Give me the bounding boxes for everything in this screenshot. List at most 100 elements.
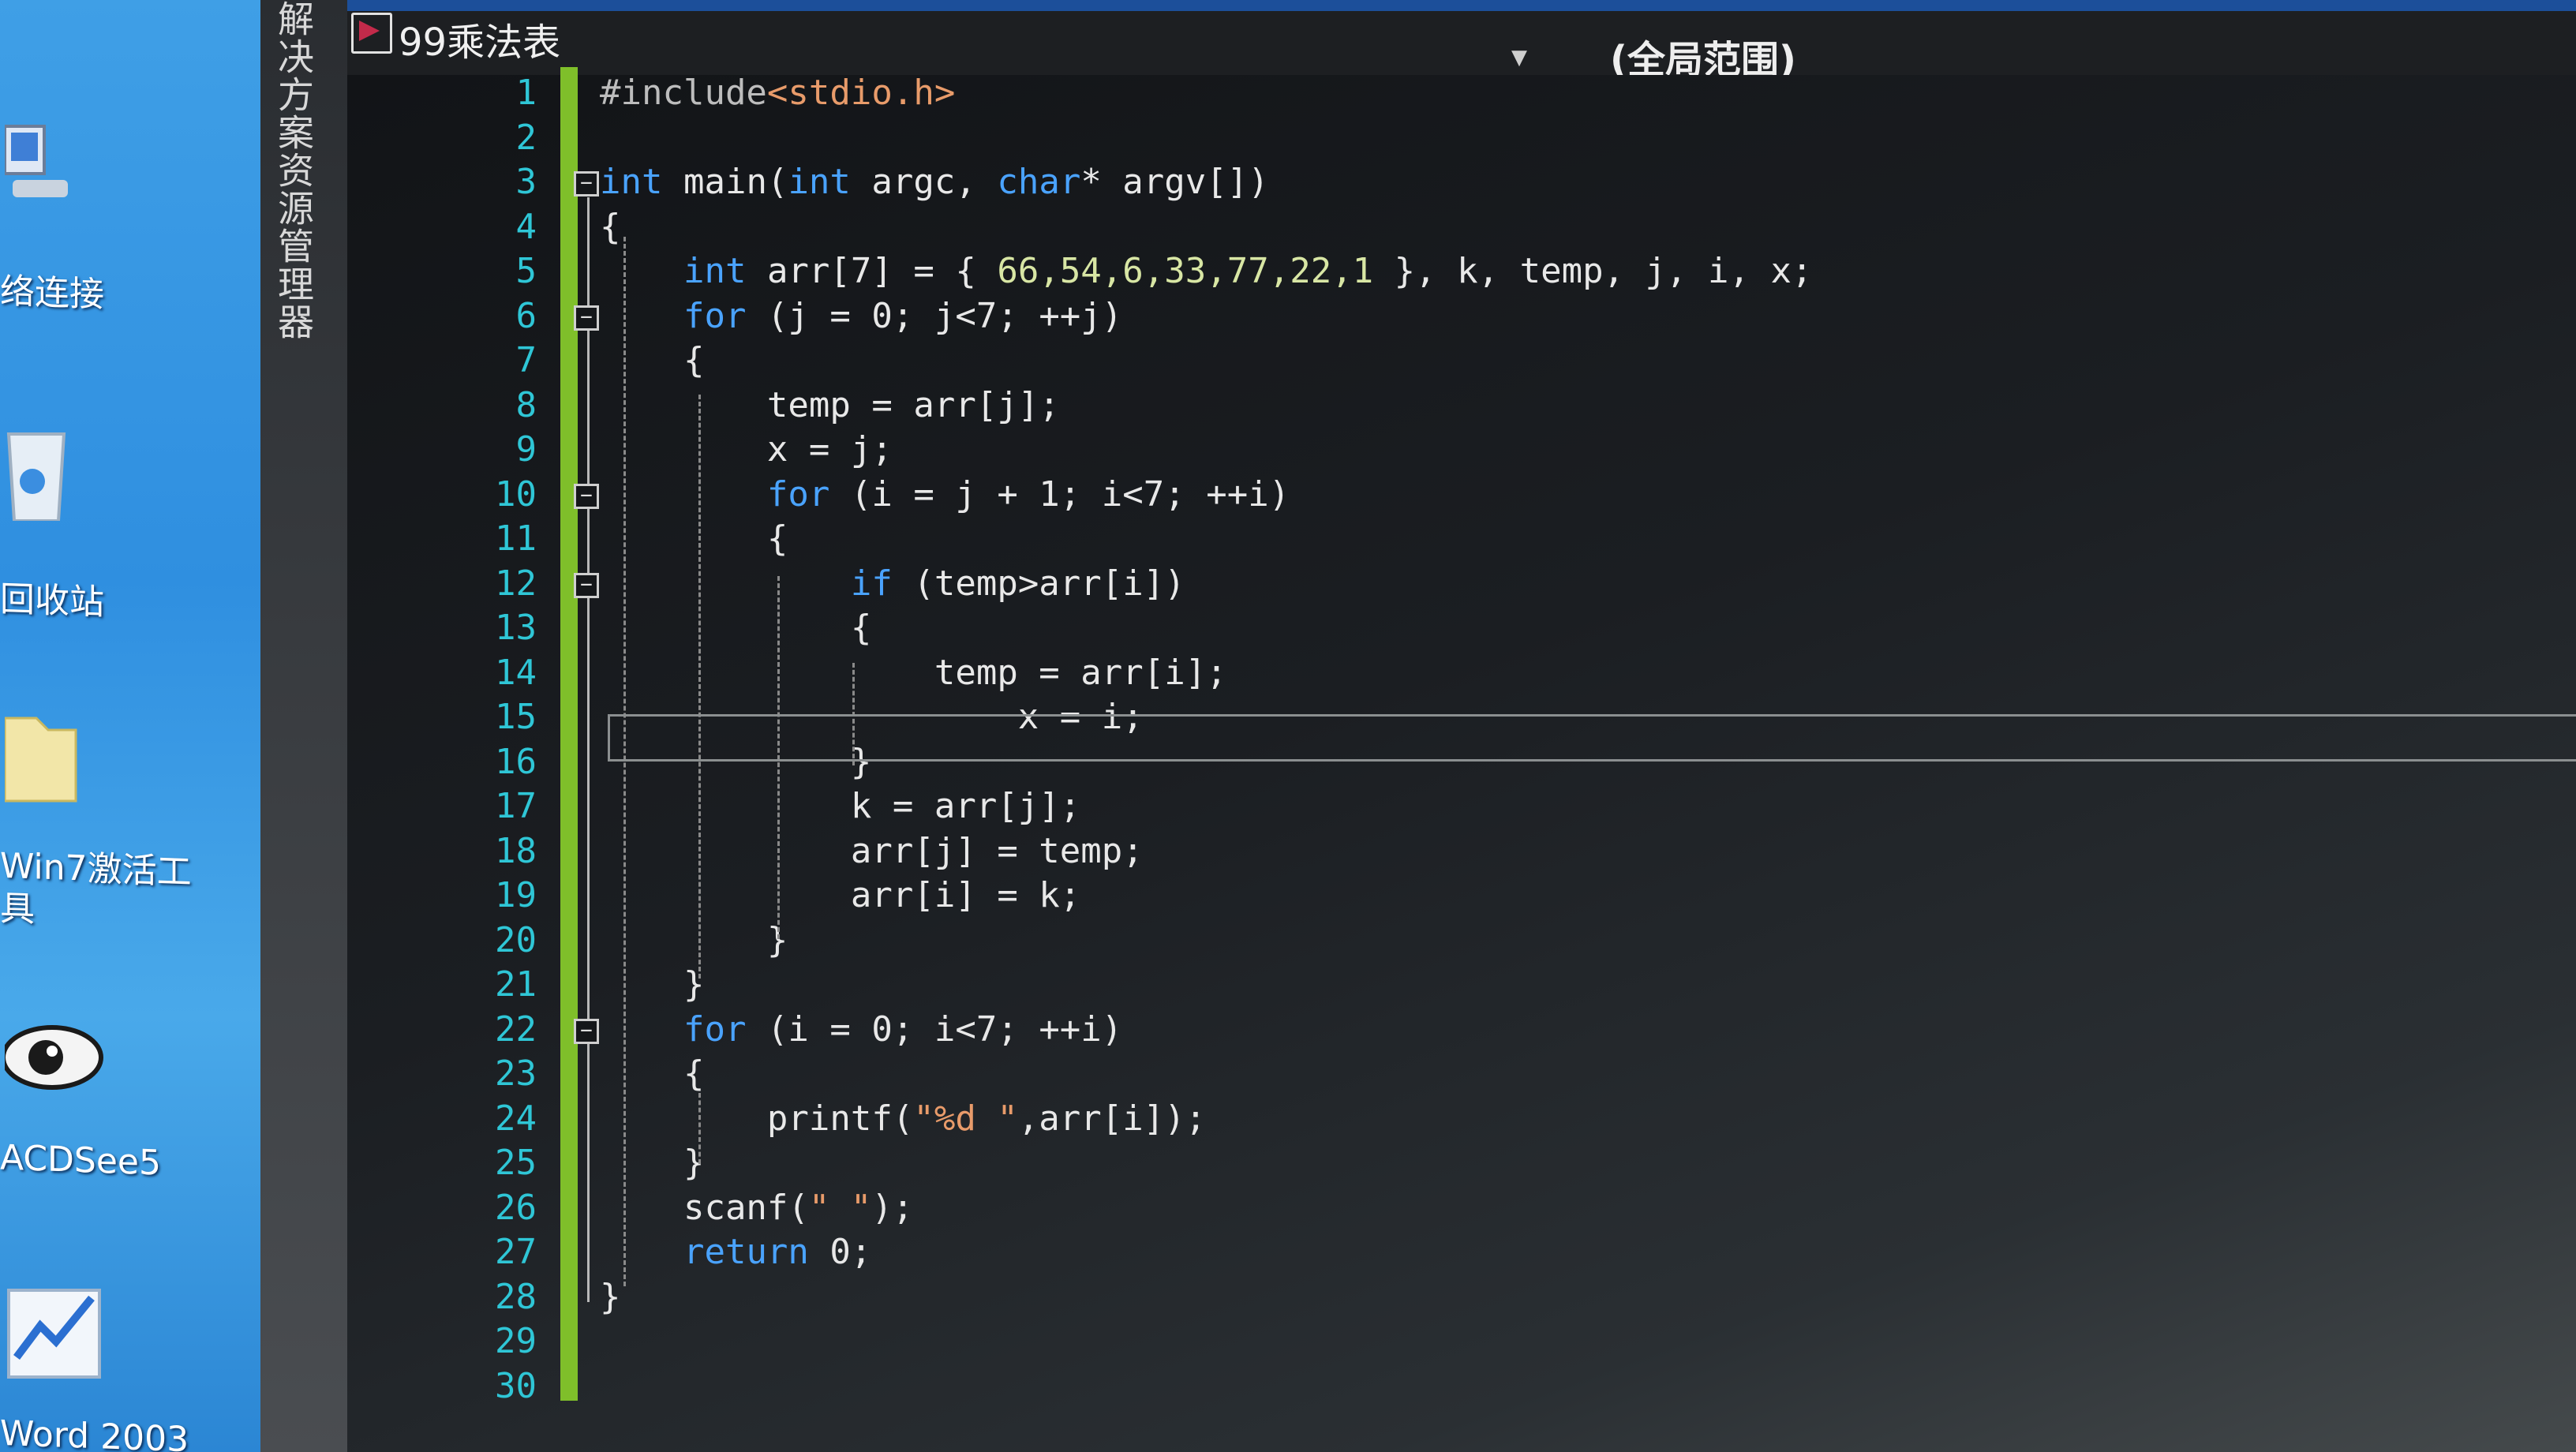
code-token: arr[7] = { bbox=[746, 251, 998, 291]
code-line: temp = arr[i]; bbox=[600, 653, 1227, 693]
code-line: arr[i] = k; bbox=[600, 875, 1080, 915]
code-line: int arr[7] = { 66,54,6,33,77,22,1 }, k, … bbox=[600, 251, 1813, 291]
code-token: (i = 0; i<7; ++i) bbox=[746, 1009, 1123, 1050]
code-line: if (temp>arr[i]) bbox=[600, 563, 1185, 604]
code-token: } bbox=[600, 1276, 621, 1317]
collapse-toggle-icon[interactable]: − bbox=[574, 171, 599, 196]
code-token: }, k, temp, j, i, x; bbox=[1373, 251, 1813, 291]
line-number: 7 bbox=[515, 340, 537, 380]
collapse-toggle-icon[interactable]: − bbox=[574, 1018, 599, 1044]
line-number: 6 bbox=[515, 295, 537, 336]
word-icon bbox=[7, 1289, 101, 1379]
code-keyword: return bbox=[683, 1232, 809, 1272]
indent-guide bbox=[698, 1093, 701, 1164]
code-token: { bbox=[600, 206, 621, 247]
code-line: printf("%d ",arr[i]); bbox=[600, 1098, 1206, 1139]
code-token: } bbox=[600, 964, 705, 1005]
code-keyword: char bbox=[997, 162, 1081, 202]
code-token: { bbox=[600, 1053, 705, 1094]
document-tab-title[interactable]: 99乘法表 bbox=[399, 11, 560, 66]
code-keyword: for bbox=[766, 473, 830, 515]
code-token: k = arr[j]; bbox=[600, 786, 1081, 826]
code-token: ); bbox=[871, 1187, 914, 1228]
change-tracking-bar bbox=[560, 67, 578, 1401]
line-number: 13 bbox=[495, 608, 537, 648]
chevron-down-icon[interactable]: ▼ bbox=[1511, 46, 1527, 69]
code-token: } bbox=[600, 919, 788, 960]
code-keyword: for bbox=[683, 295, 747, 336]
code-token: arr[j] = temp; bbox=[600, 830, 1144, 871]
collapse-toggle-icon[interactable]: − bbox=[574, 305, 599, 331]
network-connection-icon bbox=[5, 125, 68, 197]
code-keyword: for bbox=[683, 1009, 747, 1050]
code-token: } bbox=[600, 1143, 705, 1183]
line-number: 16 bbox=[495, 741, 537, 782]
solution-explorer-label: 解决方案资源管理器 bbox=[272, 0, 315, 341]
code-token: arr[i] = k; bbox=[600, 875, 1081, 915]
code-line: return 0; bbox=[600, 1232, 871, 1272]
code-token: { bbox=[600, 518, 788, 559]
code-token: ,arr[i]); bbox=[1017, 1098, 1207, 1139]
code-line: } bbox=[600, 920, 788, 960]
acdsee-icon bbox=[5, 1025, 103, 1090]
code-token: 0; bbox=[808, 1232, 872, 1272]
line-number: 19 bbox=[495, 875, 537, 915]
code-line: { bbox=[600, 608, 872, 648]
code-line: k = arr[j]; bbox=[600, 786, 1080, 826]
desktop-icon-label: 回收站 bbox=[0, 578, 104, 623]
code-token: x = j; bbox=[600, 429, 893, 470]
line-number: 26 bbox=[495, 1187, 537, 1228]
outline-fold-line bbox=[587, 197, 590, 1302]
code-token: #include bbox=[600, 73, 767, 113]
line-number: 29 bbox=[495, 1321, 537, 1361]
code-token: main( bbox=[662, 162, 788, 202]
code-line: { bbox=[600, 1053, 705, 1094]
recycle-bin-icon bbox=[6, 432, 66, 521]
line-number: 4 bbox=[515, 206, 537, 247]
line-number: 20 bbox=[495, 919, 537, 960]
code-token: printf( bbox=[600, 1098, 914, 1139]
line-number: 24 bbox=[495, 1098, 537, 1139]
code-line: for (i = j + 1; i<7; ++i) bbox=[600, 474, 1290, 515]
code-line: } bbox=[600, 1143, 705, 1183]
line-number: 8 bbox=[515, 384, 537, 425]
line-number: 5 bbox=[515, 251, 537, 291]
code-token: { bbox=[600, 608, 872, 648]
code-keyword: int bbox=[683, 251, 747, 291]
collapse-toggle-icon[interactable]: − bbox=[574, 572, 599, 598]
line-number: 3 bbox=[515, 162, 537, 202]
code-line: for (i = 0; i<7; ++i) bbox=[600, 1009, 1122, 1050]
line-number: 9 bbox=[515, 429, 537, 470]
desktop-icon-label: 络连接 bbox=[0, 271, 104, 316]
code-token: (temp>arr[i]) bbox=[892, 563, 1185, 604]
line-number: 2 bbox=[515, 117, 537, 158]
code-line: x = j; bbox=[600, 429, 893, 470]
code-keyword: int bbox=[600, 162, 663, 202]
desktop: 络连接 回收站 Win7激活工 具 ACDSee5 Word 2003 bbox=[0, 0, 260, 1452]
code-token: scanf( bbox=[600, 1187, 809, 1228]
line-number: 28 bbox=[495, 1276, 537, 1317]
line-number: 1 bbox=[515, 73, 537, 113]
collapse-toggle-icon[interactable]: − bbox=[574, 483, 599, 509]
line-number: 27 bbox=[495, 1232, 537, 1272]
line-number: 15 bbox=[495, 697, 537, 737]
line-number: 11 bbox=[495, 518, 537, 559]
code-keyword: int bbox=[788, 162, 851, 202]
code-keyword: if bbox=[850, 563, 893, 604]
code-token: (j = 0; j<7; ++j) bbox=[746, 295, 1123, 336]
desktop-icon-label: Word 2003 bbox=[0, 1413, 189, 1452]
code-token: argc, bbox=[850, 162, 998, 202]
code-token: temp = arr[j]; bbox=[600, 384, 1060, 425]
code-line: #include<stdio.h> bbox=[600, 73, 955, 113]
code-token: * argv[]) bbox=[1080, 162, 1269, 202]
current-line-highlight bbox=[608, 714, 2576, 762]
code-line: temp = arr[j]; bbox=[600, 385, 1060, 425]
indent-guide bbox=[623, 237, 626, 1286]
code-line: } bbox=[600, 964, 705, 1005]
line-number: 22 bbox=[495, 1009, 537, 1050]
